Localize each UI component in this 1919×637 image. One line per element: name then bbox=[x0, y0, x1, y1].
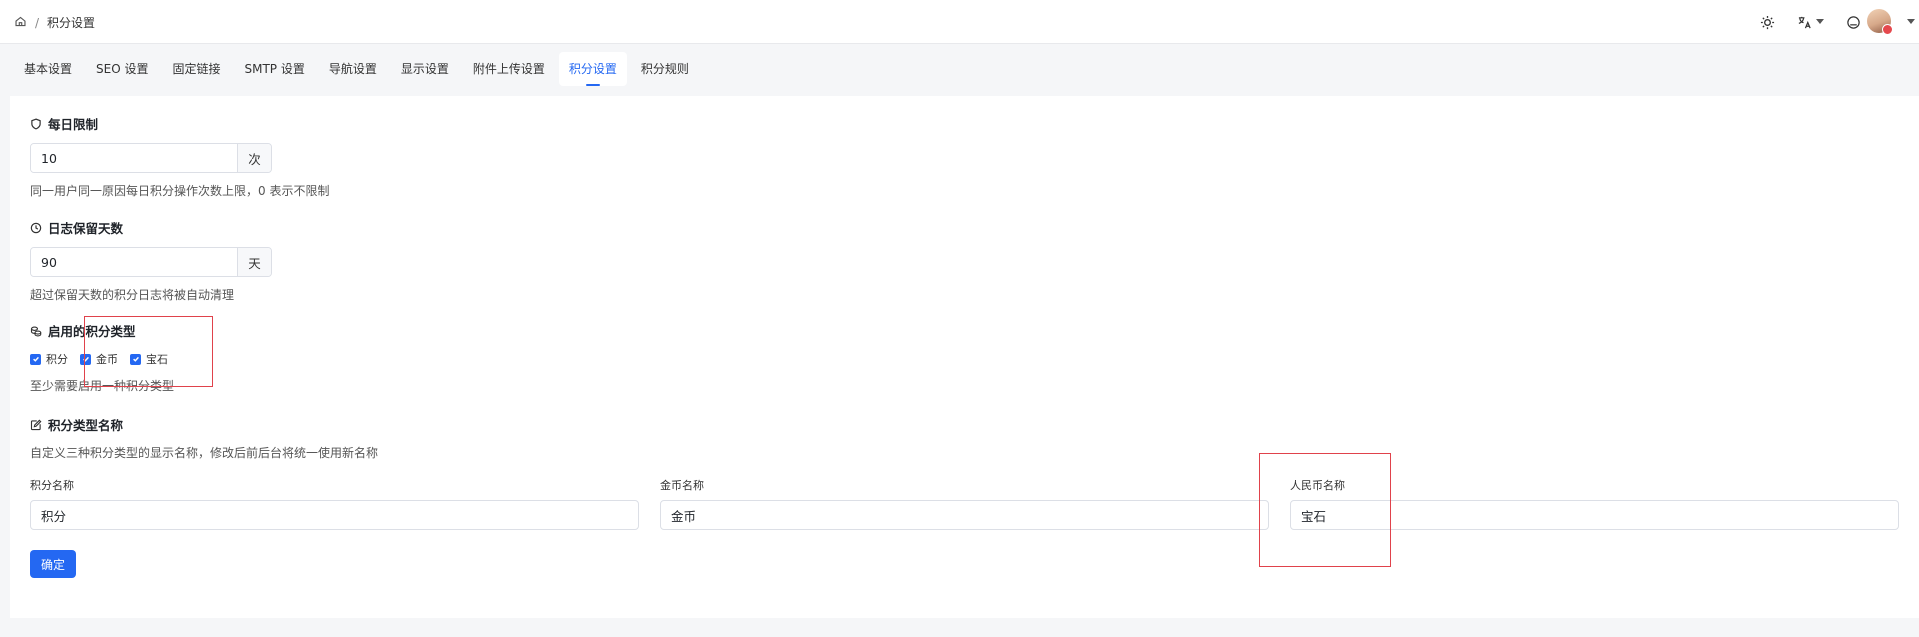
avatar[interactable] bbox=[1867, 9, 1893, 35]
confirm-button[interactable]: 确定 bbox=[30, 550, 76, 578]
daily-limit-input-group: 次 bbox=[30, 143, 272, 173]
settings-tabs: 基本设置 SEO 设置 固定链接 SMTP 设置 导航设置 显示设置 附件上传设… bbox=[0, 52, 703, 86]
log-retention-hint: 超过保留天数的积分日志将被自动清理 bbox=[30, 288, 235, 302]
gem-name-field: 人民币名称 bbox=[1290, 477, 1899, 530]
breadcrumb: / 积分设置 bbox=[14, 14, 95, 31]
coins-icon bbox=[30, 325, 42, 337]
tab-smtp[interactable]: SMTP 设置 bbox=[235, 52, 315, 86]
edit-icon bbox=[30, 419, 42, 431]
log-retention-section: 日志保留天数 天 超过保留天数的积分日志将被自动清理 bbox=[30, 218, 272, 303]
log-retention-input[interactable] bbox=[31, 248, 237, 276]
enabled-types-section: 启用的积分类型 积分 金币 宝石 至少需要启用一种积分类型 bbox=[30, 321, 180, 394]
tab-points-rules[interactable]: 积分规则 bbox=[631, 52, 699, 86]
daily-limit-suffix: 次 bbox=[237, 144, 271, 172]
check-icon[interactable] bbox=[30, 353, 41, 365]
daily-limit-hint: 同一用户同一原因每日积分操作次数上限，0 表示不限制 bbox=[30, 184, 330, 198]
log-retention-title: 日志保留天数 bbox=[48, 221, 124, 236]
checkbox-gold[interactable]: 金币 bbox=[80, 351, 118, 367]
clock-icon bbox=[30, 222, 42, 234]
tab-basic[interactable]: 基本设置 bbox=[14, 52, 82, 86]
tab-permalink[interactable]: 固定链接 bbox=[162, 52, 230, 86]
notification-icon[interactable] bbox=[1843, 12, 1863, 32]
tab-display[interactable]: 显示设置 bbox=[391, 52, 459, 86]
type-names-hint: 自定义三种积分类型的显示名称，修改后前后台将统一使用新名称 bbox=[30, 446, 379, 460]
points-name-input[interactable] bbox=[30, 500, 639, 530]
tab-upload[interactable]: 附件上传设置 bbox=[463, 52, 555, 86]
gold-name-label: 金币名称 bbox=[660, 479, 704, 492]
shield-icon bbox=[30, 117, 42, 130]
top-bar: / 积分设置 bbox=[0, 0, 1919, 44]
breadcrumb-current: 积分设置 bbox=[47, 16, 96, 30]
checkbox-points[interactable]: 积分 bbox=[30, 351, 68, 367]
tab-points[interactable]: 积分设置 bbox=[558, 52, 627, 86]
enabled-types-checkboxes: 积分 金币 宝石 bbox=[30, 351, 180, 367]
daily-limit-title: 每日限制 bbox=[48, 117, 99, 132]
translate-icon[interactable] bbox=[1794, 12, 1814, 32]
breadcrumb-separator: / bbox=[35, 15, 40, 30]
daily-limit-section: 每日限制 次 同一用户同一原因每日积分操作次数上限，0 表示不限制 bbox=[30, 114, 329, 199]
checkbox-gem[interactable]: 宝石 bbox=[130, 351, 168, 367]
type-names-title: 积分类型名称 bbox=[48, 418, 124, 433]
gold-name-field: 金币名称 bbox=[660, 477, 1269, 530]
tab-navigation[interactable]: 导航设置 bbox=[319, 52, 387, 86]
points-name-label: 积分名称 bbox=[30, 479, 74, 492]
check-icon[interactable] bbox=[80, 353, 91, 365]
type-names-section: 积分类型名称 自定义三种积分类型的显示名称，修改后前后台将统一使用新名称 bbox=[30, 415, 378, 461]
tab-seo[interactable]: SEO 设置 bbox=[86, 52, 158, 86]
settings-card: 每日限制 次 同一用户同一原因每日积分操作次数上限，0 表示不限制 日志保留天数… bbox=[10, 96, 1919, 618]
check-icon[interactable] bbox=[130, 353, 141, 365]
chevron-down-icon[interactable] bbox=[1816, 19, 1824, 24]
gem-name-input[interactable] bbox=[1290, 500, 1899, 530]
gold-name-input[interactable] bbox=[660, 500, 1269, 530]
enabled-types-title: 启用的积分类型 bbox=[48, 324, 136, 339]
points-name-field: 积分名称 bbox=[30, 477, 639, 530]
gem-name-label: 人民币名称 bbox=[1290, 479, 1345, 492]
log-retention-suffix: 天 bbox=[237, 248, 271, 276]
daily-limit-input[interactable] bbox=[31, 144, 237, 172]
enabled-types-hint: 至少需要启用一种积分类型 bbox=[30, 379, 175, 393]
home-icon[interactable] bbox=[14, 15, 27, 31]
avatar-chevron-icon[interactable] bbox=[1907, 19, 1915, 24]
sun-icon[interactable] bbox=[1757, 12, 1777, 32]
log-retention-input-group: 天 bbox=[30, 247, 272, 277]
